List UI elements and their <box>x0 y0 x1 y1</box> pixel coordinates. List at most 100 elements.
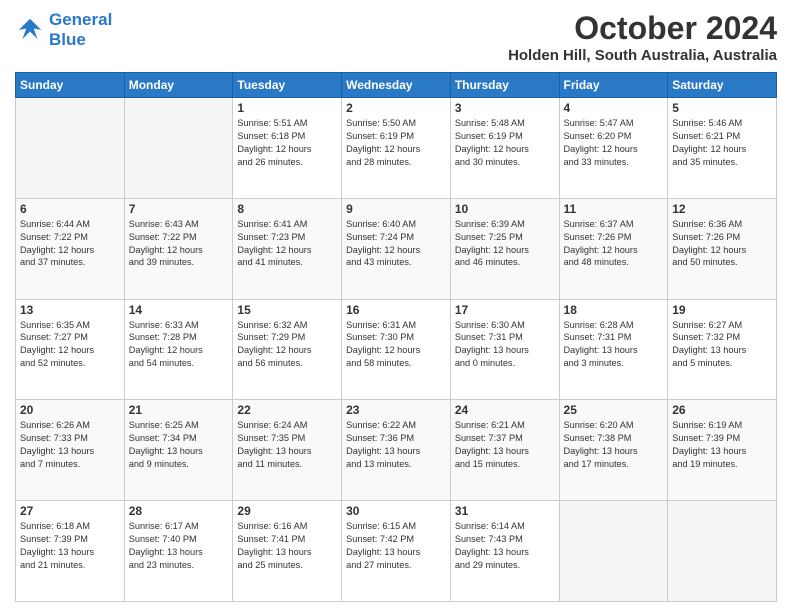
calendar-cell: 10 Sunrise: 6:39 AM Sunset: 7:25 PM Dayli… <box>450 198 559 299</box>
cell-content: Sunrise: 6:36 AM Sunset: 7:26 PM Dayligh… <box>672 218 772 270</box>
calendar-cell: 23 Sunrise: 6:22 AM Sunset: 7:36 PM Dayli… <box>342 400 451 501</box>
cell-content: Sunrise: 5:47 AM Sunset: 6:20 PM Dayligh… <box>564 117 664 169</box>
cell-content: Sunrise: 6:20 AM Sunset: 7:38 PM Dayligh… <box>564 419 664 471</box>
calendar-week-2: 6Sunrise: 6:44 AM Sunset: 7:22 PM Daylig… <box>16 198 777 299</box>
calendar-cell: 11Sunrise: 6:37 AM Sunset: 7:26 PM Dayli… <box>559 198 668 299</box>
calendar-week-4: 20 Sunrise: 6:26 AM Sunset: 7:33 PM Dayli… <box>16 400 777 501</box>
cell-content: Sunrise: 6:33 AM Sunset: 7:28 PM Dayligh… <box>129 319 229 371</box>
cell-content: Sunrise: 5:50 AM Sunset: 6:19 PM Dayligh… <box>346 117 446 169</box>
calendar-cell: 24Sunrise: 6:21 AM Sunset: 7:37 PM Dayli… <box>450 400 559 501</box>
weekday-header-tuesday: Tuesday <box>233 73 342 98</box>
day-number: 28 <box>129 504 229 518</box>
calendar-cell: 27Sunrise: 6:18 AM Sunset: 7:39 PM Dayli… <box>16 501 125 602</box>
calendar-cell: 30 Sunrise: 6:15 AM Sunset: 7:42 PM Dayli… <box>342 501 451 602</box>
cell-content: Sunrise: 6:18 AM Sunset: 7:39 PM Dayligh… <box>20 520 120 572</box>
logo-general: General <box>49 10 112 29</box>
calendar-cell <box>124 98 233 199</box>
location-title: Holden Hill, South Australia, Australia <box>508 47 777 64</box>
header: General Blue October 2024 Holden Hill, S… <box>15 10 777 64</box>
calendar-cell: 29Sunrise: 6:16 AM Sunset: 7:41 PM Dayli… <box>233 501 342 602</box>
cell-content: Sunrise: 5:51 AM Sunset: 6:18 PM Dayligh… <box>237 117 337 169</box>
calendar-cell: 22Sunrise: 6:24 AM Sunset: 7:35 PM Dayli… <box>233 400 342 501</box>
calendar-cell <box>16 98 125 199</box>
weekday-header-sunday: Sunday <box>16 73 125 98</box>
calendar-cell: 2 Sunrise: 5:50 AM Sunset: 6:19 PM Daylig… <box>342 98 451 199</box>
day-number: 11 <box>564 202 664 216</box>
day-number: 15 <box>237 303 337 317</box>
page: General Blue October 2024 Holden Hill, S… <box>0 0 792 612</box>
day-number: 30 <box>346 504 446 518</box>
cell-content: Sunrise: 5:46 AM Sunset: 6:21 PM Dayligh… <box>672 117 772 169</box>
weekday-header-friday: Friday <box>559 73 668 98</box>
calendar-week-1: 1 Sunrise: 5:51 AM Sunset: 6:18 PM Daylig… <box>16 98 777 199</box>
cell-content: Sunrise: 6:30 AM Sunset: 7:31 PM Dayligh… <box>455 319 555 371</box>
day-number: 14 <box>129 303 229 317</box>
weekday-header-wednesday: Wednesday <box>342 73 451 98</box>
calendar-cell: 25 Sunrise: 6:20 AM Sunset: 7:38 PM Dayli… <box>559 400 668 501</box>
cell-content: Sunrise: 6:28 AM Sunset: 7:31 PM Dayligh… <box>564 319 664 371</box>
cell-content: Sunrise: 6:26 AM Sunset: 7:33 PM Dayligh… <box>20 419 120 471</box>
cell-content: Sunrise: 6:41 AM Sunset: 7:23 PM Dayligh… <box>237 218 337 270</box>
day-number: 29 <box>237 504 337 518</box>
calendar-cell: 9Sunrise: 6:40 AM Sunset: 7:24 PM Daylig… <box>342 198 451 299</box>
day-number: 21 <box>129 403 229 417</box>
cell-content: Sunrise: 6:40 AM Sunset: 7:24 PM Dayligh… <box>346 218 446 270</box>
day-number: 31 <box>455 504 555 518</box>
calendar-week-3: 13 Sunrise: 6:35 AM Sunset: 7:27 PM Dayli… <box>16 299 777 400</box>
calendar-cell: 18 Sunrise: 6:28 AM Sunset: 7:31 PM Dayli… <box>559 299 668 400</box>
calendar-cell <box>668 501 777 602</box>
calendar-cell: 1 Sunrise: 5:51 AM Sunset: 6:18 PM Daylig… <box>233 98 342 199</box>
day-number: 1 <box>237 101 337 115</box>
day-number: 18 <box>564 303 664 317</box>
day-number: 25 <box>564 403 664 417</box>
day-number: 2 <box>346 101 446 115</box>
day-number: 7 <box>129 202 229 216</box>
calendar-cell: 4Sunrise: 5:47 AM Sunset: 6:20 PM Daylig… <box>559 98 668 199</box>
title-block: October 2024 Holden Hill, South Australi… <box>508 10 777 64</box>
cell-content: Sunrise: 6:32 AM Sunset: 7:29 PM Dayligh… <box>237 319 337 371</box>
weekday-header-thursday: Thursday <box>450 73 559 98</box>
day-number: 8 <box>237 202 337 216</box>
day-number: 19 <box>672 303 772 317</box>
day-number: 12 <box>672 202 772 216</box>
day-number: 26 <box>672 403 772 417</box>
cell-content: Sunrise: 6:22 AM Sunset: 7:36 PM Dayligh… <box>346 419 446 471</box>
weekday-header-row: SundayMondayTuesdayWednesdayThursdayFrid… <box>16 73 777 98</box>
calendar-cell: 28Sunrise: 6:17 AM Sunset: 7:40 PM Dayli… <box>124 501 233 602</box>
day-number: 6 <box>20 202 120 216</box>
weekday-header-monday: Monday <box>124 73 233 98</box>
cell-content: Sunrise: 6:25 AM Sunset: 7:34 PM Dayligh… <box>129 419 229 471</box>
cell-content: Sunrise: 6:39 AM Sunset: 7:25 PM Dayligh… <box>455 218 555 270</box>
logo-text: General Blue <box>49 10 112 51</box>
calendar-cell: 5 Sunrise: 5:46 AM Sunset: 6:21 PM Daylig… <box>668 98 777 199</box>
day-number: 20 <box>20 403 120 417</box>
month-title: October 2024 <box>508 10 777 47</box>
calendar-cell: 14 Sunrise: 6:33 AM Sunset: 7:28 PM Dayli… <box>124 299 233 400</box>
cell-content: Sunrise: 6:31 AM Sunset: 7:30 PM Dayligh… <box>346 319 446 371</box>
day-number: 5 <box>672 101 772 115</box>
calendar-cell: 20 Sunrise: 6:26 AM Sunset: 7:33 PM Dayli… <box>16 400 125 501</box>
calendar-cell: 8 Sunrise: 6:41 AM Sunset: 7:23 PM Daylig… <box>233 198 342 299</box>
day-number: 3 <box>455 101 555 115</box>
day-number: 10 <box>455 202 555 216</box>
calendar-cell: 21 Sunrise: 6:25 AM Sunset: 7:34 PM Dayli… <box>124 400 233 501</box>
cell-content: Sunrise: 6:14 AM Sunset: 7:43 PM Dayligh… <box>455 520 555 572</box>
logo-icon <box>15 15 45 45</box>
day-number: 13 <box>20 303 120 317</box>
calendar-cell: 17Sunrise: 6:30 AM Sunset: 7:31 PM Dayli… <box>450 299 559 400</box>
calendar-cell: 15 Sunrise: 6:32 AM Sunset: 7:29 PM Dayli… <box>233 299 342 400</box>
cell-content: Sunrise: 6:15 AM Sunset: 7:42 PM Dayligh… <box>346 520 446 572</box>
logo: General Blue <box>15 10 112 51</box>
cell-content: Sunrise: 6:24 AM Sunset: 7:35 PM Dayligh… <box>237 419 337 471</box>
calendar-table: SundayMondayTuesdayWednesdayThursdayFrid… <box>15 72 777 602</box>
cell-content: Sunrise: 6:19 AM Sunset: 7:39 PM Dayligh… <box>672 419 772 471</box>
calendar-cell: 31 Sunrise: 6:14 AM Sunset: 7:43 PM Dayli… <box>450 501 559 602</box>
cell-content: Sunrise: 6:35 AM Sunset: 7:27 PM Dayligh… <box>20 319 120 371</box>
calendar-cell: 19Sunrise: 6:27 AM Sunset: 7:32 PM Dayli… <box>668 299 777 400</box>
logo-blue: Blue <box>49 30 112 50</box>
weekday-header-saturday: Saturday <box>668 73 777 98</box>
day-number: 23 <box>346 403 446 417</box>
day-number: 16 <box>346 303 446 317</box>
calendar-cell: 12 Sunrise: 6:36 AM Sunset: 7:26 PM Dayli… <box>668 198 777 299</box>
calendar-cell: 6Sunrise: 6:44 AM Sunset: 7:22 PM Daylig… <box>16 198 125 299</box>
